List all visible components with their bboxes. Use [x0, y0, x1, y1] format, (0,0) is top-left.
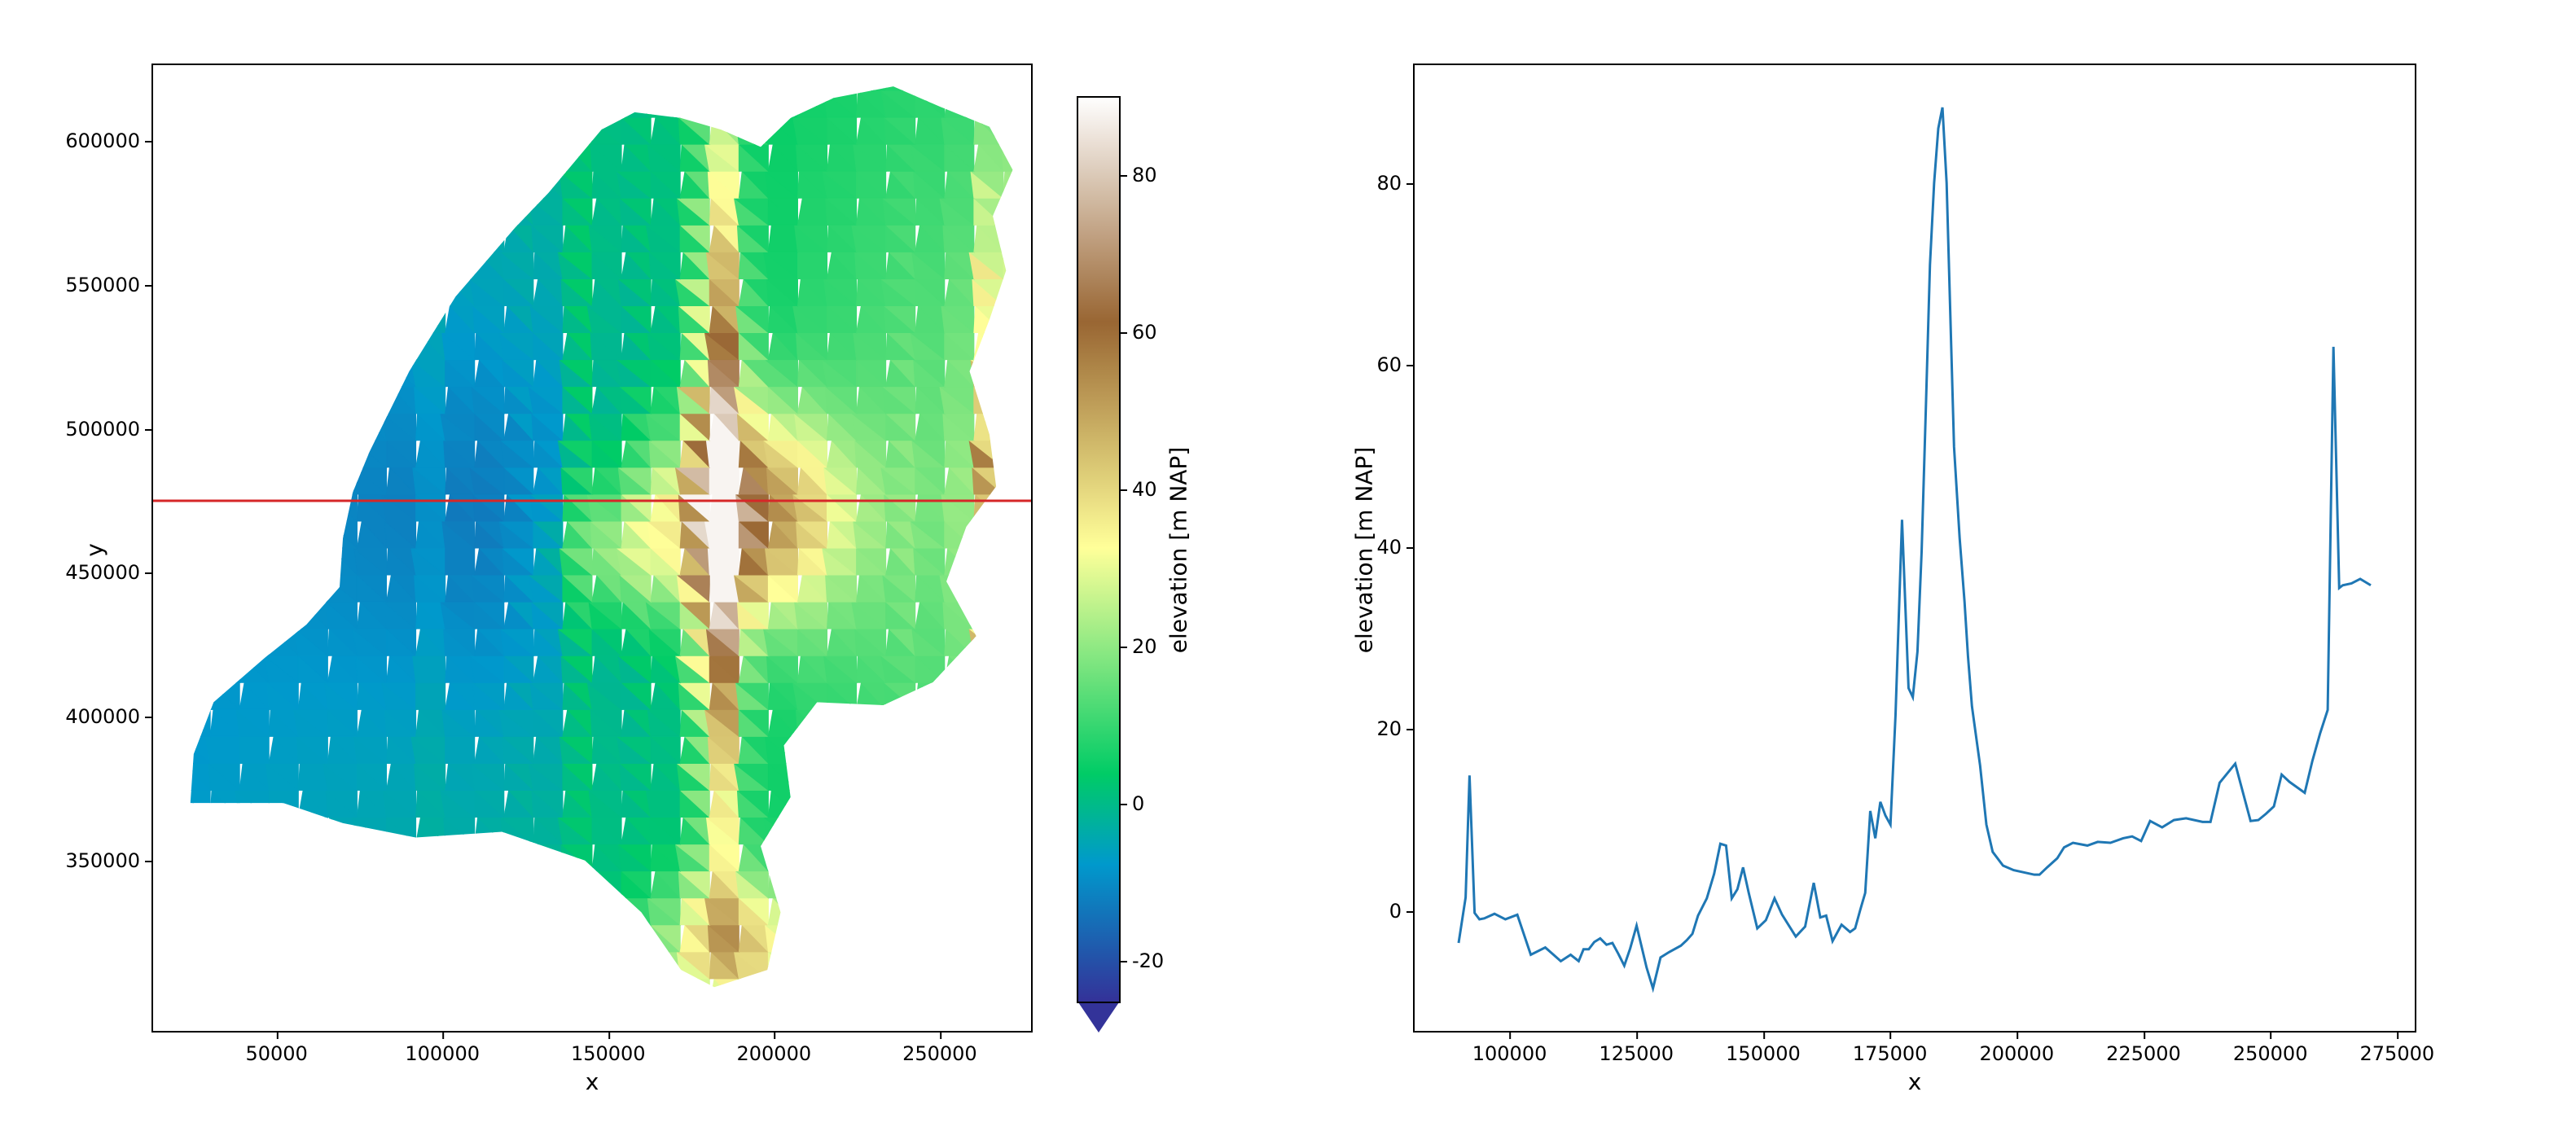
profile-xlabel: x [1413, 1068, 2416, 1095]
profile-ytick: 0 [1389, 900, 1413, 923]
profile-xtick: 175000 [1853, 1033, 1928, 1065]
map-xtick: 200000 [737, 1033, 812, 1065]
profile-plot-area [1413, 64, 2416, 1033]
colorbar-tick: 20 [1121, 635, 1157, 658]
profile-xtick: 275000 [2360, 1033, 2435, 1065]
profile-ytick: 40 [1376, 536, 1413, 559]
map-ytick: 550000 [65, 274, 151, 296]
colorbar-tick: 40 [1121, 478, 1157, 501]
map-xtick: 50000 [245, 1033, 307, 1065]
map-plot-area [151, 64, 1033, 1033]
map-xtick: 150000 [571, 1033, 646, 1065]
map-ytick: 350000 [65, 849, 151, 872]
profile-ytick: 60 [1376, 353, 1413, 376]
colorbar-tick: 80 [1121, 164, 1157, 186]
map-ytick: 400000 [65, 705, 151, 728]
map-xtick: 250000 [902, 1033, 977, 1065]
profile-xtick: 250000 [2233, 1033, 2308, 1065]
map-ytick: 450000 [65, 561, 151, 584]
profile-xtick: 200000 [1979, 1033, 2054, 1065]
colorbar-label: elevation [m NAP] [1165, 396, 1192, 705]
profile-ytick: 20 [1376, 717, 1413, 740]
map-xlabel: x [151, 1068, 1033, 1095]
profile-xtick: 100000 [1472, 1033, 1547, 1065]
map-axes: x y 500001000001500002000002500003500004… [151, 64, 1033, 1033]
profile-xtick: 150000 [1726, 1033, 1801, 1065]
colorbar-under-triangle [1077, 1000, 1121, 1033]
colorbar-over-triangle [1077, 64, 1121, 96]
colorbar-tick: 0 [1121, 792, 1144, 815]
elevation-colorbar: elevation [m NAP] -20020406080 [1077, 64, 1121, 1033]
figure: x y 50000 100000 150000 200000 250000 350000 4… [0, 0, 2576, 1140]
map-ylabel: y [81, 469, 108, 632]
elevation-profile-line [1459, 107, 2371, 989]
map-ytick: 500000 [65, 418, 151, 441]
profile-axes: x elevation [m NAP] 10000012500015000017… [1413, 64, 2416, 1033]
colorbar-border [1077, 96, 1121, 1003]
colorbar-tick: -20 [1121, 949, 1164, 972]
map-ytick: 600000 [65, 129, 151, 152]
colorbar-tick: 60 [1121, 321, 1157, 344]
profile-ylabel: elevation [m NAP] [1351, 420, 1378, 681]
map-xtick: 100000 [405, 1033, 480, 1065]
profile-ytick: 80 [1376, 172, 1413, 195]
profile-xtick: 225000 [2106, 1033, 2181, 1065]
profile-xtick: 125000 [1599, 1033, 1674, 1065]
